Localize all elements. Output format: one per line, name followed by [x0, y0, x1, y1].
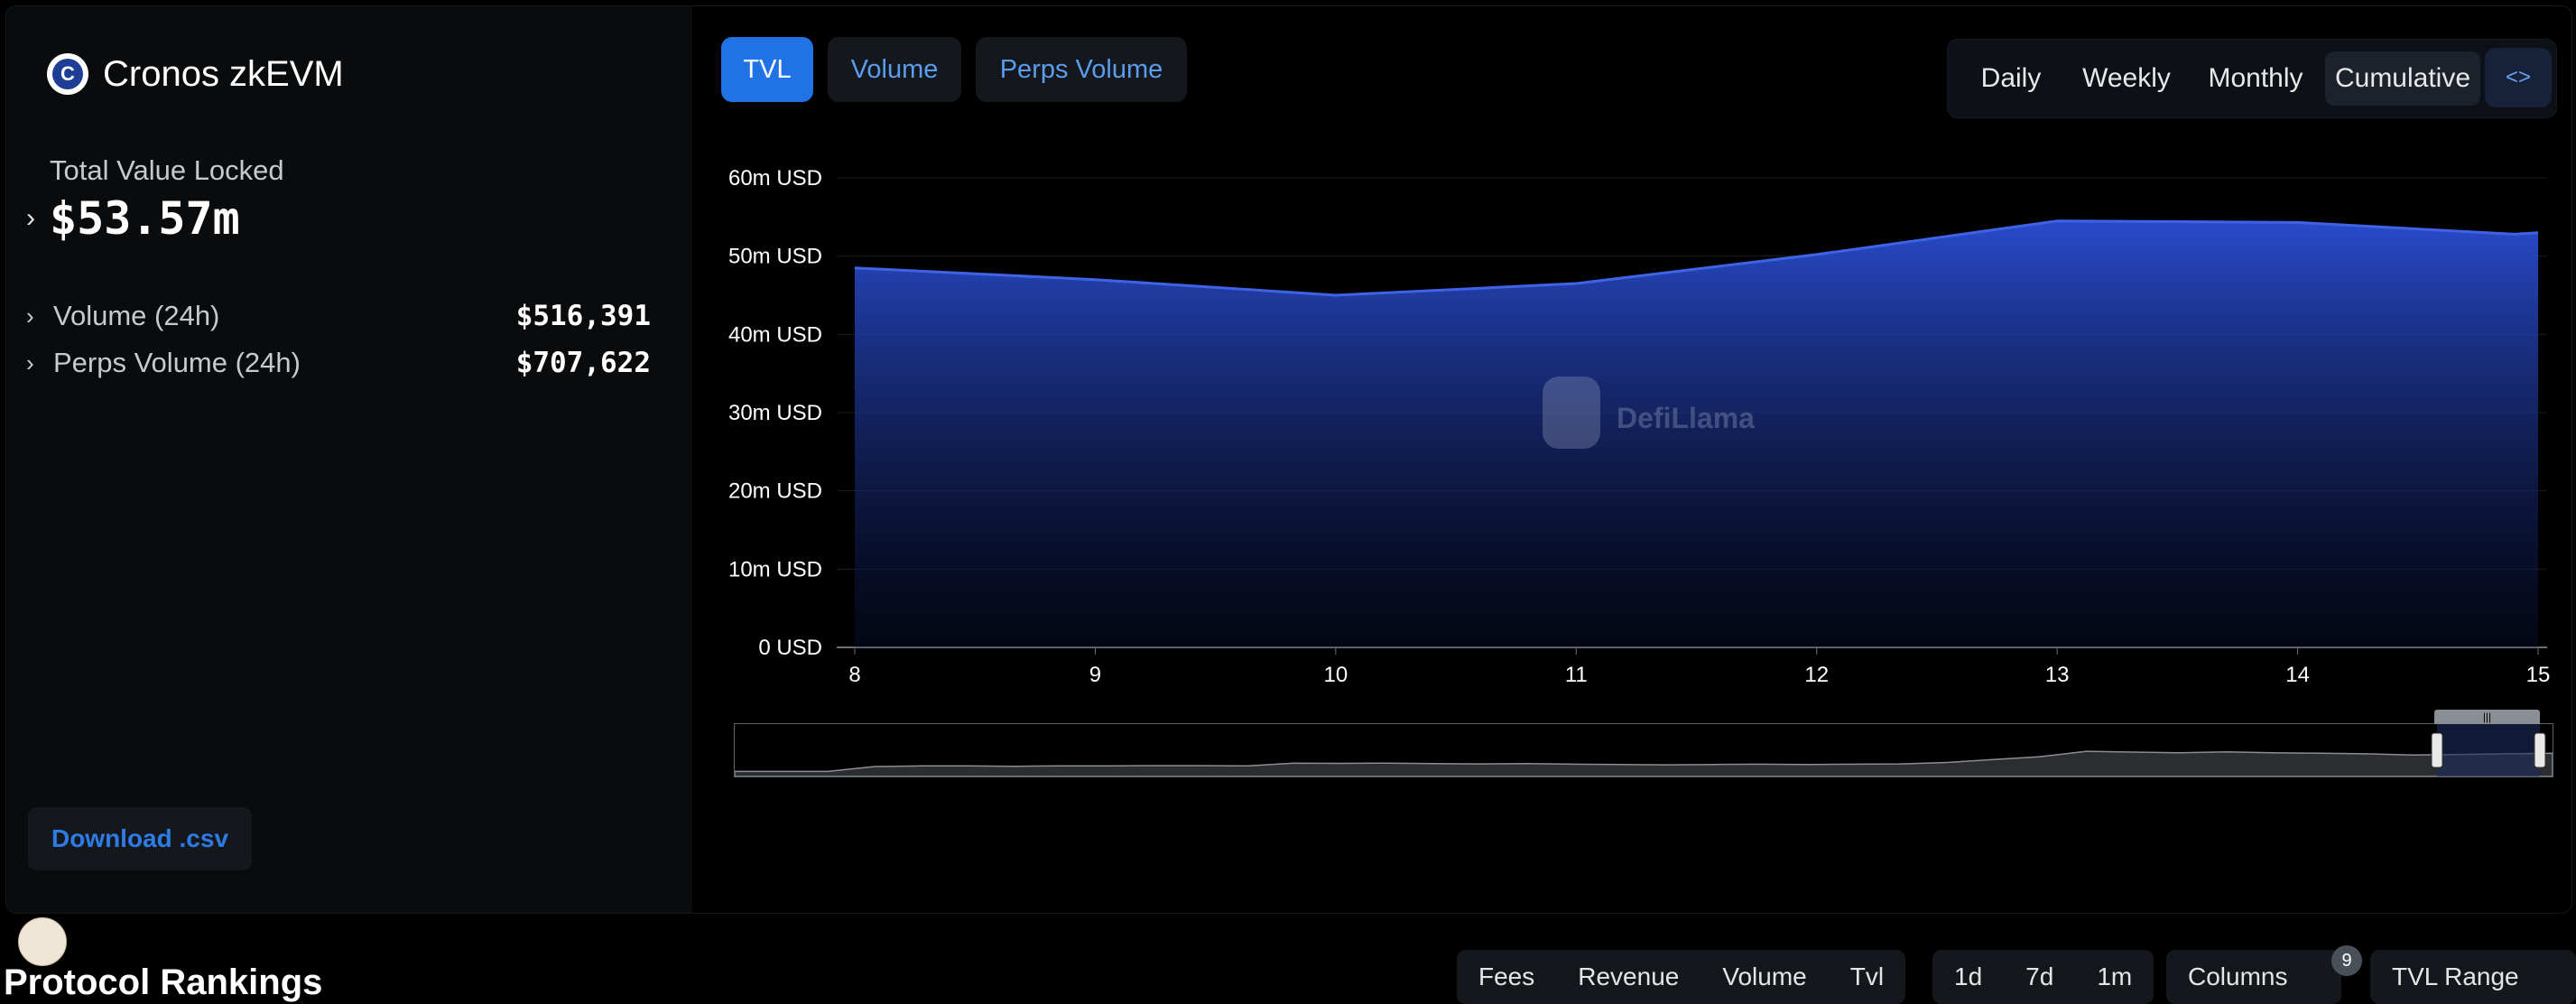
watermark-text: DefiLlama [1617, 402, 1755, 434]
filter-volume[interactable]: Volume [1700, 962, 1828, 991]
x-tick-label: 9 [1089, 663, 1101, 687]
period-1m[interactable]: 1m [2075, 962, 2154, 991]
x-axis-ticks: 8 9 10 11 12 13 14 15 [848, 647, 2550, 687]
x-tick-label: 10 [1324, 663, 1348, 687]
tvl-range-label: TVL Range [2392, 962, 2519, 990]
time-range-brush[interactable]: ||| [734, 710, 2553, 777]
y-tick-label: 30m USD [728, 401, 822, 425]
brush-selection[interactable] [2437, 724, 2540, 776]
filter-tvl[interactable]: Tvl [1829, 962, 1905, 991]
y-tick-label: 0 USD [758, 636, 822, 660]
x-tick-label: 15 [2526, 663, 2551, 687]
rankings-metric-filter: Fees Revenue Volume Tvl [1457, 950, 1906, 1004]
brush-handle-right[interactable] [2534, 732, 2546, 768]
period-1d[interactable]: 1d [1932, 962, 2004, 991]
tvl-range-dropdown[interactable]: TVL Range [2370, 950, 2576, 1004]
filter-revenue[interactable]: Revenue [1556, 962, 1700, 991]
y-tick-label: 10m USD [728, 557, 822, 581]
columns-count-badge: 9 [2331, 945, 2362, 976]
llama-avatar [18, 917, 67, 966]
brush-handle-left[interactable] [2431, 732, 2443, 768]
filter-fees[interactable]: Fees [1457, 962, 1556, 991]
brush-grip[interactable]: ||| [2434, 710, 2540, 724]
columns-dropdown[interactable]: Columns [2166, 950, 2341, 1004]
columns-label: Columns [2188, 962, 2288, 990]
y-tick-label: 50m USD [728, 245, 822, 269]
rankings-title: Protocol Rankings [4, 962, 323, 1002]
y-tick-label: 20m USD [728, 479, 822, 504]
x-tick-label: 14 [2285, 663, 2310, 687]
rankings-period-filter: 1d 7d 1m [1932, 950, 2154, 1004]
x-tick-label: 12 [1804, 663, 1829, 687]
chain-overview-card: C Cronos zkEVM Total Value Locked › $53.… [5, 5, 2572, 914]
y-axis-ticks: 0 USD 10m USD 20m USD 30m USD 40m USD 50m USD… [728, 166, 822, 660]
y-tick-label: 40m USD [728, 322, 822, 347]
brush-overview [735, 724, 2553, 776]
brush-overview-area [735, 750, 2553, 776]
x-tick-label: 13 [2045, 663, 2070, 687]
period-7d[interactable]: 7d [2004, 962, 2075, 991]
x-tick-label: 8 [848, 663, 860, 687]
y-tick-label: 60m USD [728, 166, 822, 191]
x-tick-label: 11 [1565, 663, 1588, 687]
